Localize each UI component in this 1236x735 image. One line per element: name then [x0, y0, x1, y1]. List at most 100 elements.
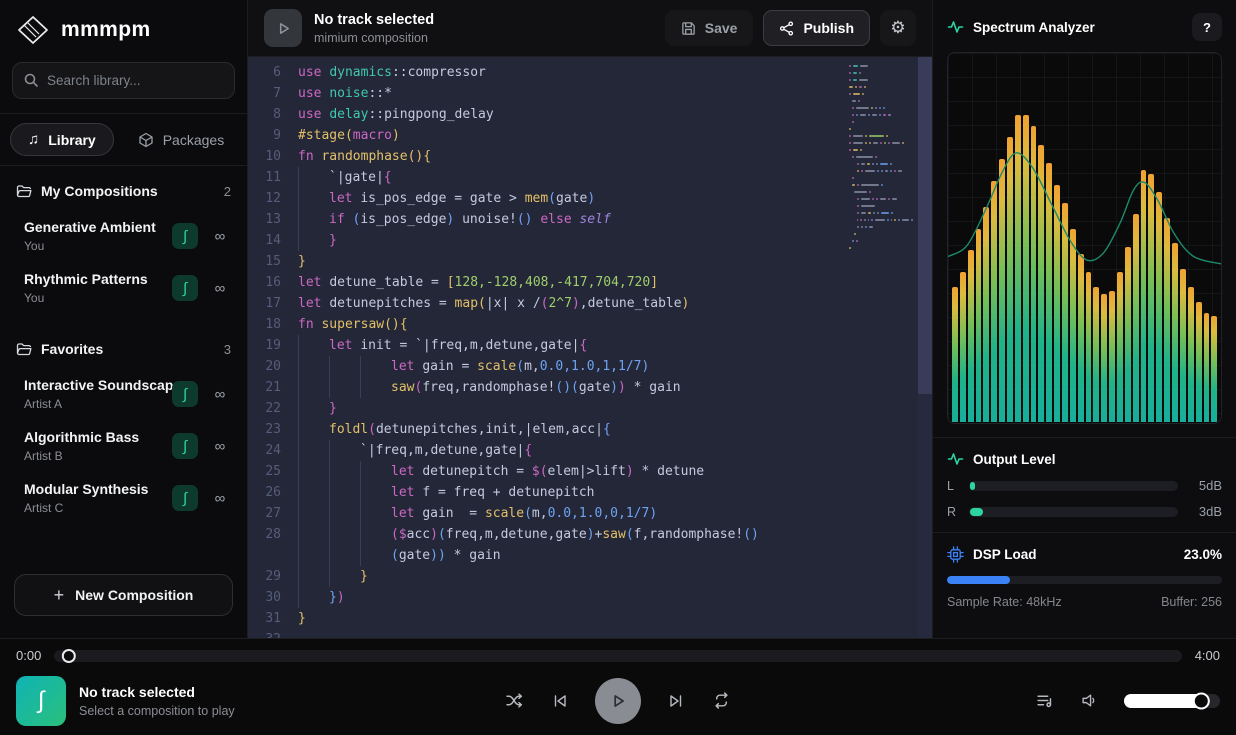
code-line[interactable]: 30}) [248, 587, 932, 608]
code-line[interactable]: 21saw(freq,randomphase!()(gate)) * gain [248, 377, 932, 398]
code-line[interactable]: 19let init = `|freq,m,detune,gate|{ [248, 335, 932, 356]
help-button[interactable]: ? [1192, 13, 1222, 41]
code-text: } [298, 251, 306, 272]
app-window: mmmpm ♫ Library Packages [0, 0, 1236, 735]
publish-button[interactable]: Publish [763, 10, 870, 46]
composition-item[interactable]: Modular SynthesisArtist C∫∞ [14, 472, 233, 524]
mimium-badge-icon: ∫ [172, 223, 198, 249]
previous-button[interactable] [550, 691, 570, 711]
cpu-icon [947, 546, 964, 563]
play-icon [276, 21, 291, 36]
composition-author: Artist A [24, 397, 172, 411]
editor-scrollbar-thumb[interactable] [918, 57, 932, 394]
editor-minimap[interactable] [849, 65, 913, 261]
new-composition-button[interactable]: + New Composition [14, 574, 233, 616]
plus-icon: + [54, 585, 65, 606]
now-playing-title: No track selected [79, 684, 235, 700]
tab-packages-label: Packages [163, 132, 224, 148]
publish-label: Publish [803, 20, 854, 36]
topbar-subtitle: mimium composition [314, 31, 434, 45]
code-line[interactable]: 22} [248, 398, 932, 419]
section-title: My Compositions [41, 183, 158, 199]
save-label: Save [705, 20, 738, 36]
code-line[interactable]: 9#stage(macro) [248, 125, 932, 146]
main-row: mmmpm ♫ Library Packages [0, 0, 1236, 638]
save-button[interactable]: Save [665, 10, 754, 46]
player-bar: 0:00 4:00 ∫ No track selected Select a c… [0, 638, 1236, 735]
timeline-knob[interactable] [61, 649, 75, 663]
code-line[interactable]: 18fn supersaw(){ [248, 314, 932, 335]
editor-scrollbar[interactable] [918, 57, 932, 638]
composition-author: Artist C [24, 501, 172, 515]
repeat-button[interactable] [711, 690, 732, 711]
composition-item[interactable]: Generative AmbientYou∫∞ [14, 210, 233, 262]
tab-library[interactable]: ♫ Library [10, 123, 114, 156]
code-text: `|freq,m,detune,gate|{ [298, 440, 532, 461]
queue-button[interactable] [1034, 690, 1055, 711]
shuffle-button[interactable] [504, 690, 525, 711]
code-line[interactable]: 28($acc)(freq,m,detune,gate)+saw(f,rando… [248, 524, 932, 545]
code-line[interactable]: 13if (is_pos_edge) unoise!() else self [248, 209, 932, 230]
code-line[interactable]: 16let detune_table = [128,-128,408,-417,… [248, 272, 932, 293]
code-text: (gate)) * gain [298, 545, 501, 566]
line-number [248, 545, 298, 566]
code-text: if (is_pos_edge) unoise!() else self [298, 209, 611, 230]
code-lines: 6use dynamics::compressor7use noise::*8u… [248, 62, 932, 638]
code-editor[interactable]: 6use dynamics::compressor7use noise::*8u… [248, 57, 932, 638]
output-level-title: Output Level [973, 452, 1056, 467]
code-line[interactable]: 14} [248, 230, 932, 251]
code-line[interactable]: 8use delay::pingpong_delay [248, 104, 932, 125]
code-line[interactable]: 15} [248, 251, 932, 272]
sidebar-tabs: ♫ Library Packages [0, 113, 247, 166]
section-count: 2 [224, 184, 231, 199]
time-current: 0:00 [16, 648, 41, 663]
volume-slider[interactable] [1124, 694, 1220, 708]
timeline-track[interactable] [54, 650, 1181, 662]
composition-item[interactable]: Rhythmic PatternsYou∫∞ [14, 262, 233, 314]
code-text: foldl(detunepitches,init,|elem,acc|{ [298, 419, 611, 440]
code-line[interactable]: 31} [248, 608, 932, 629]
volume-knob[interactable] [1193, 692, 1210, 709]
code-line[interactable]: 29} [248, 566, 932, 587]
code-line[interactable]: 32 [248, 629, 932, 638]
code-line[interactable]: 24`|freq,m,detune,gate|{ [248, 440, 932, 461]
settings-button[interactable]: ⚙ [880, 10, 916, 46]
code-line[interactable]: 11`|gate|{ [248, 167, 932, 188]
next-button[interactable] [666, 691, 686, 711]
code-line[interactable]: 20let gain = scale(m,0.0,1.0,1,1/7) [248, 356, 932, 377]
line-number: 28 [248, 524, 298, 545]
player-controls-row: ∫ No track selected Select a composition… [0, 666, 1236, 735]
code-line[interactable]: 7use noise::* [248, 83, 932, 104]
play-button[interactable] [595, 678, 641, 724]
infinity-icon: ∞ [211, 386, 229, 403]
code-text: }) [298, 587, 345, 608]
waveform-icon [947, 451, 964, 467]
search-input[interactable] [12, 62, 235, 99]
search-icon [23, 72, 39, 88]
line-number: 14 [248, 230, 298, 251]
line-number: 20 [248, 356, 298, 377]
code-line[interactable]: 25let detunepitch = $(elem|>lift) * detu… [248, 461, 932, 482]
code-line[interactable]: (gate)) * gain [248, 545, 932, 566]
section-header[interactable]: Favorites3 [14, 338, 233, 360]
code-text: let is_pos_edge = gate > mem(gate) [298, 188, 595, 209]
composition-item[interactable]: Algorithmic BassArtist B∫∞ [14, 420, 233, 472]
code-line[interactable]: 6use dynamics::compressor [248, 62, 932, 83]
line-number: 22 [248, 398, 298, 419]
code-text: `|gate|{ [298, 167, 392, 188]
code-line[interactable]: 17let detunepitches = map(|x| x /(2^7),d… [248, 293, 932, 314]
code-line[interactable]: 10fn randomphase(){ [248, 146, 932, 167]
code-text: } [298, 566, 368, 587]
spectrum-curve [948, 53, 1221, 423]
code-line[interactable]: 27let gain = scale(m,0.0,1.0,0,1/7) [248, 503, 932, 524]
composition-item[interactable]: Interactive SoundscapeArtist A∫∞ [14, 368, 233, 420]
code-line[interactable]: 12let is_pos_edge = gate > mem(gate) [248, 188, 932, 209]
section-header[interactable]: My Compositions 2 [14, 180, 233, 202]
line-number: 30 [248, 587, 298, 608]
repeat-icon [713, 692, 730, 709]
code-line[interactable]: 23foldl(detunepitches,init,|elem,acc|{ [248, 419, 932, 440]
tab-packages[interactable]: Packages [120, 124, 242, 156]
track-thumb-play-button[interactable] [264, 9, 302, 47]
code-line[interactable]: 26let f = freq + detunepitch [248, 482, 932, 503]
volume-button[interactable] [1079, 690, 1100, 711]
